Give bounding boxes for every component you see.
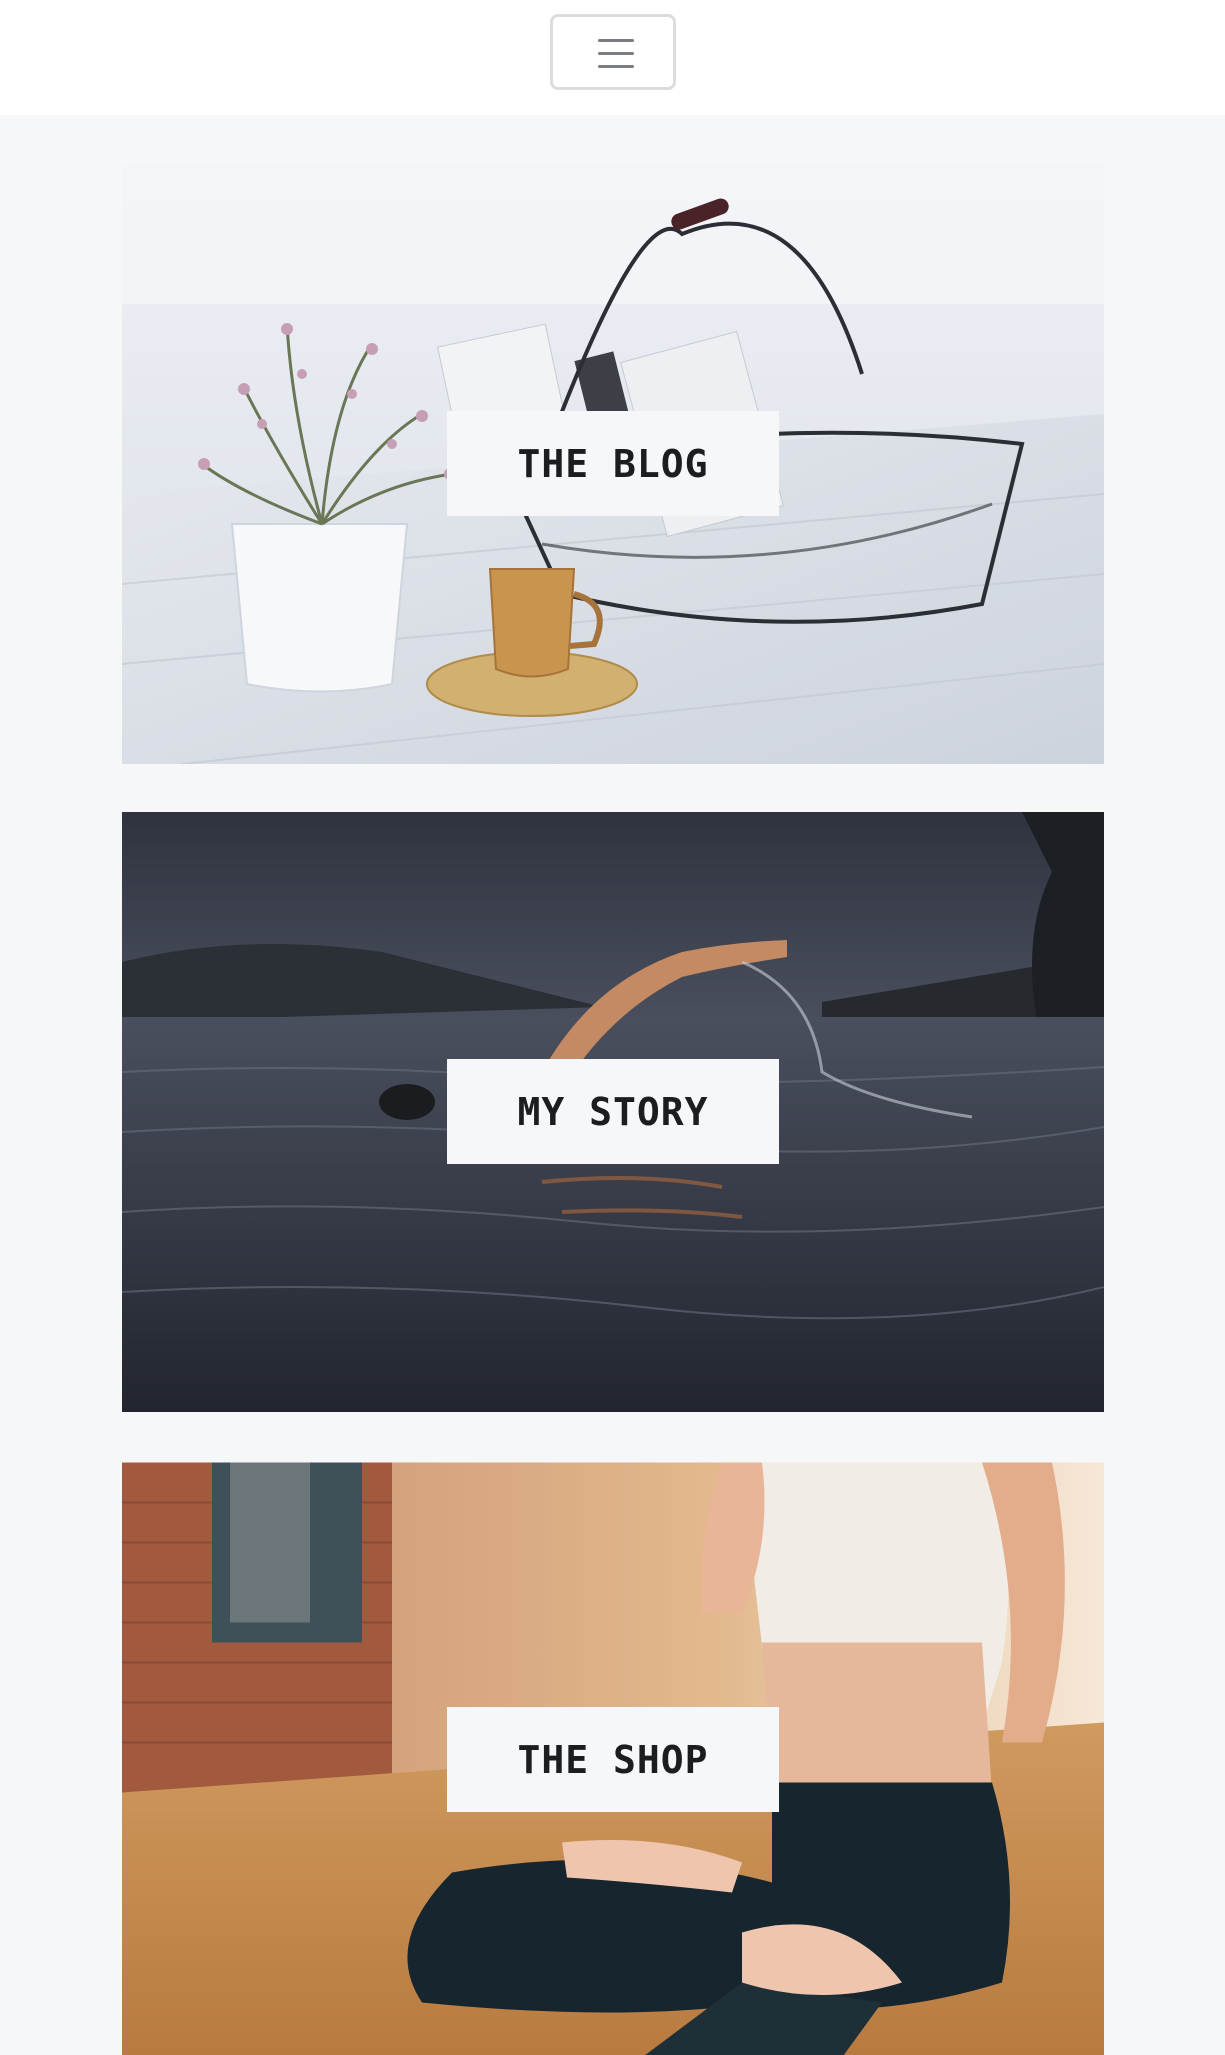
story-card-label: MY STORY — [517, 1089, 709, 1134]
navbar — [0, 0, 1225, 115]
shop-card-label-box: THE SHOP — [447, 1707, 779, 1812]
blog-card-label-box: THE BLOG — [447, 411, 779, 516]
navbar-toggle-button[interactable] — [550, 14, 676, 90]
shop-card-label: THE SHOP — [517, 1737, 709, 1782]
blog-card-label: THE BLOG — [517, 441, 709, 486]
story-card-label-box: MY STORY — [447, 1059, 779, 1164]
blog-card-link[interactable]: THE BLOG — [122, 164, 1104, 764]
story-card-link[interactable]: MY STORY — [122, 812, 1104, 1412]
shop-card-link[interactable]: THE SHOP — [122, 1460, 1104, 2055]
